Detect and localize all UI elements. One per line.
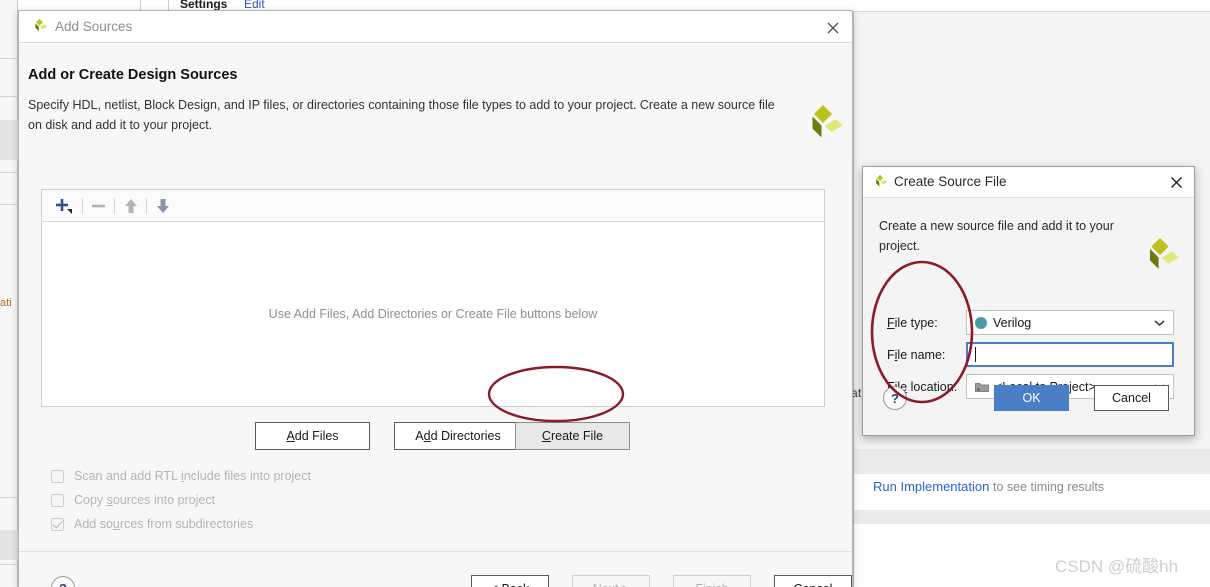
vivado-logo-large-icon	[1139, 236, 1181, 278]
next-button[interactable]: Next >	[572, 575, 650, 587]
sources-list-toolbar	[42, 190, 824, 222]
add-icon[interactable]	[50, 194, 76, 218]
cancel-button[interactable]: Cancel	[774, 575, 852, 587]
finish-button[interactable]: Finish	[673, 575, 751, 587]
run-implementation-link[interactable]: Run Implementation	[873, 479, 989, 494]
add-sources-body: Add or Create Design Sources Specify HDL…	[19, 43, 852, 587]
ok-button[interactable]: OK	[994, 385, 1069, 411]
add-sources-footer: ? < Back Next > Finish Cancel	[19, 552, 852, 587]
background-text-fragment: ati	[0, 297, 12, 309]
text-caret	[975, 347, 976, 362]
vivado-logo-icon	[872, 174, 888, 190]
arrow-up-icon[interactable]	[118, 194, 144, 218]
create-source-file-titlebar: Create Source File	[863, 167, 1194, 198]
checkbox-box[interactable]	[51, 469, 64, 483]
arrow-down-icon[interactable]	[150, 194, 176, 218]
add-files-button[interactable]: AAdd Filesdd Files	[255, 422, 370, 450]
checkbox-scan-rtl-include[interactable]: Scan and add RTL include files into proj…	[51, 464, 311, 488]
add-sources-titlebar: Add Sources	[19, 11, 852, 43]
folder-icon	[975, 382, 989, 392]
close-icon[interactable]	[1168, 174, 1185, 191]
create-source-file-dialog: Create Source File Create a new source f…	[862, 166, 1195, 436]
watermark: CSDN @硫酸hh	[1055, 557, 1179, 576]
file-type-dropdown[interactable]: Verilog	[966, 310, 1174, 335]
remove-icon[interactable]	[86, 194, 112, 218]
background-timing-status: Run Implementation to see timing results	[873, 479, 1104, 494]
help-icon[interactable]: ?	[883, 386, 907, 410]
checkbox-box[interactable]	[51, 493, 64, 507]
chevron-down-icon[interactable]	[1154, 319, 1165, 326]
sources-list-empty-hint: Use Add Files, Add Directories or Create…	[268, 307, 598, 321]
checkbox-box[interactable]	[51, 517, 64, 531]
screen: ati Settings Edit ati Run Implementation…	[0, 0, 1210, 587]
background-left-panel-strip: ati	[0, 0, 18, 587]
file-name-label: File name:	[887, 348, 946, 362]
create-source-file-description: Create a new source file and add it to y…	[879, 219, 1114, 253]
file-name-input[interactable]	[966, 342, 1174, 367]
page-description: Specify HDL, netlist, Block Design, and …	[28, 98, 775, 132]
help-icon[interactable]: ?	[51, 576, 75, 587]
sources-list-container: Use Add Files, Add Directories or Create…	[41, 189, 825, 407]
close-icon[interactable]	[824, 19, 842, 37]
cancel-button[interactable]: Cancel	[1094, 385, 1169, 411]
add-sources-title: Add Sources	[55, 19, 133, 34]
create-source-file-title: Create Source File	[894, 174, 1007, 189]
vivado-logo-large-icon	[801, 103, 845, 147]
verilog-dot-icon	[975, 316, 987, 329]
back-button[interactable]: < Back	[471, 575, 549, 587]
file-type-label: File type:	[887, 316, 938, 330]
options-checkbox-group: Scan and add RTL include files into proj…	[51, 464, 311, 536]
checkbox-add-subdirectories[interactable]: Add sources from subdirectories	[51, 512, 311, 536]
add-sources-dialog: Add Sources Add or Create Design Sources…	[18, 10, 853, 587]
vivado-logo-icon	[31, 18, 48, 35]
create-source-file-body: Create a new source file and add it to y…	[863, 198, 1194, 435]
create-file-button[interactable]: Create File	[515, 422, 630, 450]
add-directories-button[interactable]: Add Directories	[394, 422, 522, 450]
page-title: Add or Create Design Sources	[28, 67, 238, 83]
timing-results-hint: to see timing results	[992, 480, 1105, 494]
checkbox-copy-sources[interactable]: Copy sources into project	[51, 488, 311, 512]
file-type-value: Verilog	[993, 315, 1032, 330]
